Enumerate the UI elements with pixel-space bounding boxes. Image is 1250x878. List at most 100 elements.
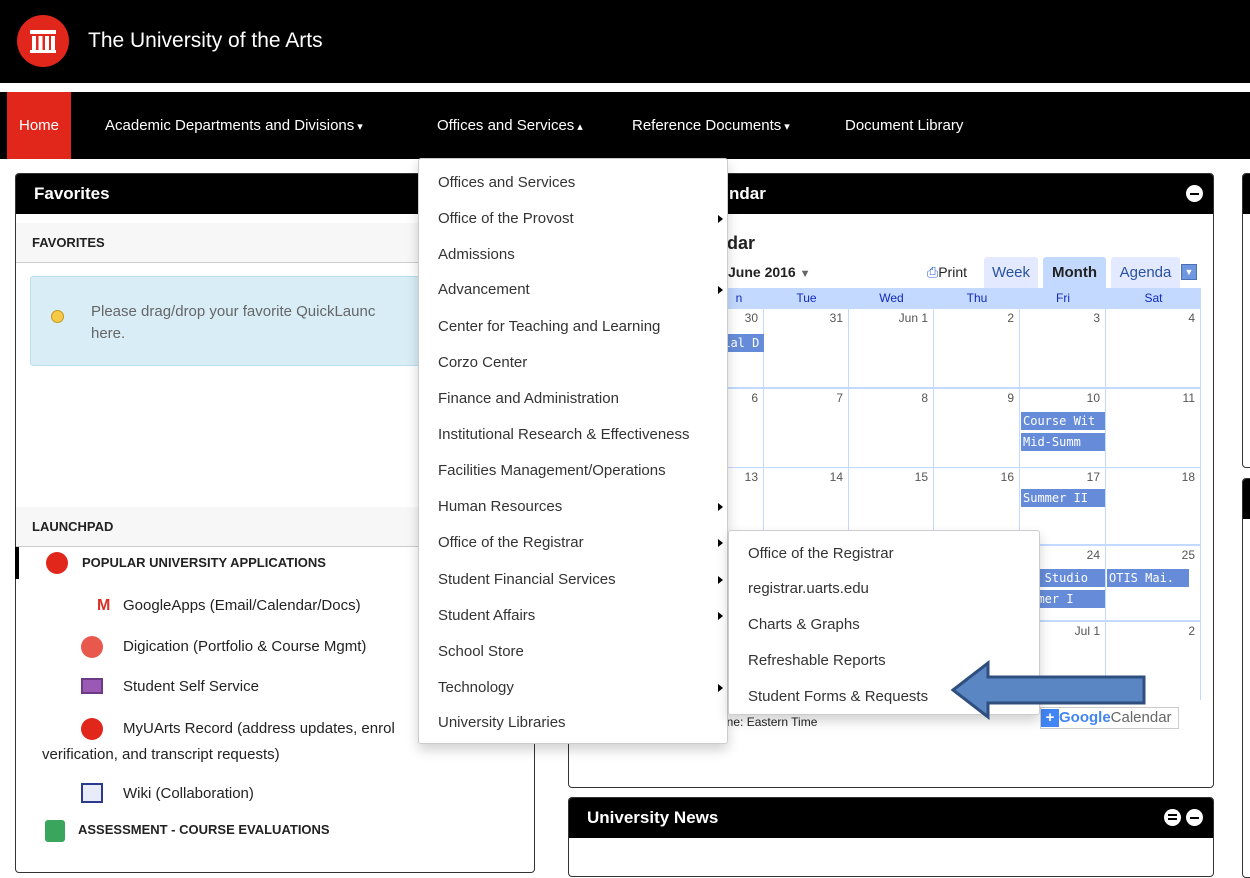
offices-dropdown-menu: Offices and Services Office of the Provos… xyxy=(418,158,728,744)
menu-item-label: Center for Teaching and Learning xyxy=(438,318,661,335)
agenda-dropdown-icon[interactable]: ▼ xyxy=(1181,264,1197,280)
calendar-day-cell[interactable]: 31 xyxy=(764,309,849,387)
calendar-print-button[interactable]: ⎙Print xyxy=(927,264,967,281)
calendar-month-selector[interactable]: June 2016 ▼ xyxy=(728,264,811,280)
nav-reference[interactable]: Reference Documents ▾ xyxy=(622,92,800,159)
menu-item-facilities-management-operations[interactable]: Facilities Management/Operations xyxy=(419,453,727,489)
nav-offices-label: Offices and Services xyxy=(437,117,575,134)
nav-home[interactable]: Home xyxy=(7,92,72,159)
menu-item-student-financial-services[interactable]: Student Financial Services xyxy=(419,562,727,598)
menu-item-admissions[interactable]: Admissions xyxy=(419,237,727,273)
menu-item-technology[interactable]: Technology xyxy=(419,670,727,706)
day-number: 2 xyxy=(1007,311,1014,325)
chevron-up-icon: ▴ xyxy=(577,121,583,133)
calendar-day-cell[interactable]: 4 xyxy=(1106,309,1201,387)
hint-line-2: here. xyxy=(91,325,126,342)
nav-reference-label: Reference Documents xyxy=(632,117,782,134)
right-panel-edge xyxy=(1242,173,1250,468)
calendar-day-cell[interactable]: 3 xyxy=(1020,309,1106,387)
menu-item-center-for-teaching-and-learning[interactable]: Center for Teaching and Learning xyxy=(419,309,727,345)
right-panel-edge-2 xyxy=(1242,478,1250,878)
menu-item-school-store[interactable]: School Store xyxy=(419,634,727,670)
menu-item-advancement[interactable]: Advancement xyxy=(419,272,727,308)
calendar-timezone: zone: Eastern Time xyxy=(714,715,818,729)
news-panel-title: University News xyxy=(569,798,1213,838)
day-number: Jun 1 xyxy=(898,311,928,325)
calendar-day-cell[interactable]: 18 xyxy=(1106,468,1201,544)
drop-hint-text: Please drag/drop your favorite QuickLaun… xyxy=(91,301,431,345)
nav-document-library[interactable]: Document Library xyxy=(835,92,973,159)
section-assessment-label: ASSESSMENT - COURSE EVALUATIONS xyxy=(78,822,330,837)
menu-item-finance-and-administration[interactable]: Finance and Administration xyxy=(419,381,727,417)
submenu-arrow-icon xyxy=(718,612,723,620)
nav-academic[interactable]: Academic Departments and Divisions ▾ xyxy=(95,92,373,159)
site-header: The University of the Arts xyxy=(0,0,1250,83)
menu-item-office-of-the-provost[interactable]: Office of the Provost xyxy=(419,201,727,237)
app-label: Wiki (Collaboration) xyxy=(123,785,254,802)
menu-item-corzo-center[interactable]: Corzo Center xyxy=(419,345,727,381)
assessment-icon xyxy=(45,820,65,842)
day-number: Jul 1 xyxy=(1074,624,1100,638)
calendar-day-cell[interactable]: 9 xyxy=(934,389,1020,467)
launchpad-item-wiki[interactable]: Wiki (Collaboration) xyxy=(15,778,535,810)
month-label: June 2016 xyxy=(728,264,796,280)
calendar-event[interactable]: Course Wit xyxy=(1021,412,1105,430)
calendar-event[interactable]: OTIS Mai. xyxy=(1107,569,1189,587)
lightbulb-icon xyxy=(51,310,64,323)
menu-item-label: Office of the Registrar xyxy=(438,534,584,551)
tab-month[interactable]: Month xyxy=(1043,257,1106,288)
calendar-day-cell[interactable]: 7 xyxy=(764,389,849,467)
calendar-day-cell[interactable]: 2 xyxy=(934,309,1020,387)
menu-item-offices-and-services[interactable]: Offices and Services xyxy=(419,165,727,201)
calendar-event[interactable]: Summer II xyxy=(1021,489,1105,507)
chevron-down-icon: ▼ xyxy=(799,268,811,280)
printer-icon: ⎙ xyxy=(927,264,939,280)
menu-item-label: Student Financial Services xyxy=(438,571,616,588)
calendar-day-cell[interactable]: Jun 1 xyxy=(849,309,934,387)
day-number: 16 xyxy=(1000,470,1014,484)
menu-item-label: Student Affairs xyxy=(438,607,536,624)
day-number: 24 xyxy=(1086,548,1100,562)
day-header: Tue xyxy=(796,291,817,305)
menu-item-label: Institutional Research & Effectiveness xyxy=(438,426,690,443)
calendar-day-cell[interactable]: 8 xyxy=(849,389,934,467)
university-columns-icon[interactable] xyxy=(17,15,69,67)
minimize-icon[interactable] xyxy=(1186,185,1203,202)
nav-offices[interactable]: Offices and Services ▴ xyxy=(427,92,593,159)
app-label: GoogleApps (Email/Calendar/Docs) xyxy=(123,597,361,614)
menu-item-institutional-research-effectiveness[interactable]: Institutional Research & Effectiveness xyxy=(419,417,727,453)
day-number: 17 xyxy=(1086,470,1100,484)
menu-item-university-libraries[interactable]: University Libraries xyxy=(419,705,727,741)
day-number: 13 xyxy=(744,470,758,484)
submenu-item-registrar-uarts-edu[interactable]: registrar.uarts.edu xyxy=(729,571,1039,607)
favorites-drop-zone[interactable]: Please drag/drop your favorite QuickLaun… xyxy=(30,276,425,366)
day-number: 18 xyxy=(1181,470,1195,484)
day-number: 4 xyxy=(1188,311,1195,325)
section-popular-label: POPULAR UNIVERSITY APPLICATIONS xyxy=(82,555,326,570)
tab-week[interactable]: Week xyxy=(984,257,1038,288)
day-number: 9 xyxy=(1007,391,1014,405)
menu-item-human-resources[interactable]: Human Resources xyxy=(419,489,727,525)
tab-agenda[interactable]: Agenda xyxy=(1111,257,1180,288)
uarts-icon xyxy=(81,718,103,740)
menu-item-office-of-the-registrar[interactable]: Office of the Registrar xyxy=(419,525,727,561)
chevron-down-icon: ▾ xyxy=(357,121,363,133)
launchpad-section-assessment[interactable]: ASSESSMENT - COURSE EVALUATIONS xyxy=(15,814,535,846)
menu-item-label: Human Resources xyxy=(438,498,563,515)
site-title[interactable]: The University of the Arts xyxy=(88,29,323,53)
day-header: Fri xyxy=(1056,291,1070,305)
day-number: 25 xyxy=(1181,548,1195,562)
menu-item-student-affairs[interactable]: Student Affairs xyxy=(419,598,727,634)
app-label-continued: verification, and transcript requests) xyxy=(42,746,280,763)
minimize-icon[interactable] xyxy=(1186,809,1203,826)
hint-line-1: Please drag/drop your favorite QuickLaun… xyxy=(91,303,376,320)
submenu-item-office-of-the-registrar[interactable]: Office of the Registrar xyxy=(729,536,1039,572)
calendar-day-cell[interactable]: 11 xyxy=(1106,389,1201,467)
digication-icon xyxy=(81,636,103,658)
calendar-event[interactable]: Mid-Summ xyxy=(1021,433,1105,451)
menu-icon[interactable] xyxy=(1164,809,1181,826)
gmail-icon: M xyxy=(97,597,111,614)
submenu-item-charts-graphs[interactable]: Charts & Graphs xyxy=(729,607,1039,643)
wiki-icon xyxy=(81,783,103,803)
app-label: Student Self Service xyxy=(123,678,259,695)
